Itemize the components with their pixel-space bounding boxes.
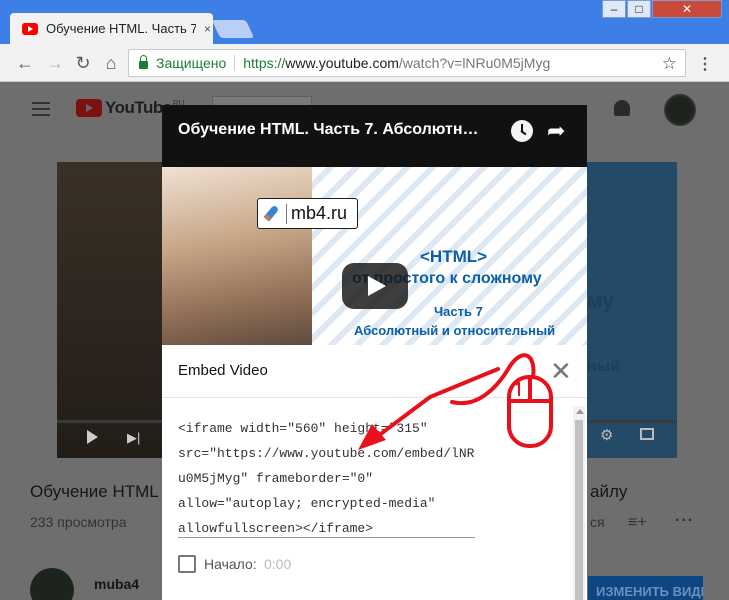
hamburger-menu-icon[interactable] (32, 102, 50, 120)
omnibox-divider (234, 55, 236, 71)
bookmark-star-icon[interactable]: ☆ (662, 54, 677, 74)
url-path: /watch?v=lNRu0M5jMyg (398, 55, 551, 71)
play-button-icon[interactable] (342, 263, 408, 309)
scroll-up-icon[interactable] (576, 409, 584, 414)
slide-text-fragment: му (587, 290, 614, 313)
embed-code-line: allowfullscreen></iframe> (178, 521, 374, 536)
thumbnail-topic: Абсолютный и относительный (354, 323, 556, 338)
view-count: 233 просмотра (30, 514, 127, 530)
lock-icon (139, 55, 148, 69)
video-title: Обучение HTML (30, 482, 159, 501)
browser-menu-icon[interactable]: ⋮ (697, 54, 713, 74)
rocket-icon (262, 204, 284, 224)
watch-later-clock-icon[interactable] (511, 120, 533, 142)
more-actions-icon[interactable]: ··· (675, 512, 694, 530)
next-video-icon[interactable]: ▶| (127, 430, 140, 446)
start-time-checkbox[interactable] (178, 555, 196, 573)
share-arrow-icon[interactable]: ➦ (547, 118, 565, 144)
new-tab-button[interactable] (211, 20, 255, 38)
add-to-playlist-icon[interactable]: ≡+ (628, 514, 647, 532)
video-frame-image (57, 162, 167, 458)
share-video-title: Обучение HTML. Часть 7. Абсолютн… (178, 121, 479, 138)
thumbnail-part: Часть 7 (434, 304, 483, 319)
scroll-thumb[interactable] (575, 420, 583, 600)
home-icon[interactable]: ⌂ (100, 52, 122, 74)
code-underline (178, 537, 475, 538)
tab-strip: Обучение HTML. Часть 7 × – □ ✕ (0, 0, 729, 44)
close-icon[interactable]: ✕ (550, 358, 572, 384)
tab-close-icon[interactable]: × (204, 22, 211, 36)
thumbnail-heading: <HTML> (420, 247, 488, 266)
embed-code-line: src="https://www.youtube.com/embed/lNR (178, 446, 475, 461)
embed-panel: Embed Video ✕ <iframe width="560" height… (162, 345, 587, 600)
share-dialog: Обучение HTML. Часть 7. Абсолютн… ➦ mb4.… (162, 105, 587, 600)
url-host: www.youtube.com (285, 55, 399, 71)
browser-tab[interactable]: Обучение HTML. Часть 7 × (10, 13, 213, 44)
address-bar[interactable]: Защищено https:// www.youtube.com /watch… (128, 49, 686, 77)
embed-title: Embed Video (178, 362, 268, 379)
embed-code-line: u0M5jMyg" frameborder="0" (178, 471, 374, 486)
back-icon[interactable]: ← (14, 52, 36, 74)
minimize-button[interactable]: – (602, 0, 626, 18)
video-thumbnail[interactable]: mb4.ru <HTML> от простого к сложному Час… (162, 167, 587, 345)
youtube-favicon-icon (22, 22, 38, 35)
browser-window: Обучение HTML. Часть 7 × – □ ✕ ← → ↻ ⌂ З… (0, 0, 729, 82)
url-scheme: https:// (243, 55, 286, 71)
share-header: Обучение HTML. Часть 7. Абсолютн… ➦ (162, 105, 587, 167)
embed-code-line: <iframe width="560" height="315" (178, 421, 428, 436)
slide-text-fragment: ный (587, 358, 621, 375)
channel-name[interactable]: muba4 (94, 576, 139, 592)
channel-avatar[interactable] (30, 568, 74, 600)
security-label: Защищено (156, 55, 227, 71)
tab-title: Обучение HTML. Часть 7 (46, 21, 196, 36)
maximize-button[interactable]: □ (627, 0, 651, 18)
account-avatar[interactable] (664, 94, 696, 126)
browser-toolbar: ← → ↻ ⌂ Защищено https:// www.youtube.co… (0, 44, 729, 82)
play-icon[interactable] (87, 430, 98, 444)
watermark-divider (286, 203, 287, 224)
reload-icon[interactable]: ↻ (72, 52, 94, 74)
watermark-text: mb4.ru (291, 203, 348, 223)
video-title-end: айлу (590, 482, 628, 501)
embed-scrollbar[interactable] (573, 406, 585, 600)
publish-date-fragment: ся (590, 514, 605, 530)
edit-video-button[interactable]: ИЗМЕНИТЬ ВИДЕО (588, 576, 703, 600)
forward-icon[interactable]: → (44, 52, 66, 74)
thumbnail-watermark: mb4.ru (257, 198, 358, 229)
start-time-input[interactable]: 0:00 (264, 556, 291, 572)
notifications-bell-icon[interactable] (614, 100, 630, 116)
thumbnail-presenter-photo (162, 167, 312, 345)
start-time-label: Начало: (204, 556, 257, 572)
close-window-button[interactable]: ✕ (652, 0, 722, 18)
settings-gear-icon[interactable]: ⚙ (600, 426, 613, 444)
fullscreen-icon[interactable] (640, 428, 654, 440)
embed-code-line: allow="autoplay; encrypted-media" (178, 496, 436, 511)
youtube-play-logo-icon (76, 99, 102, 117)
